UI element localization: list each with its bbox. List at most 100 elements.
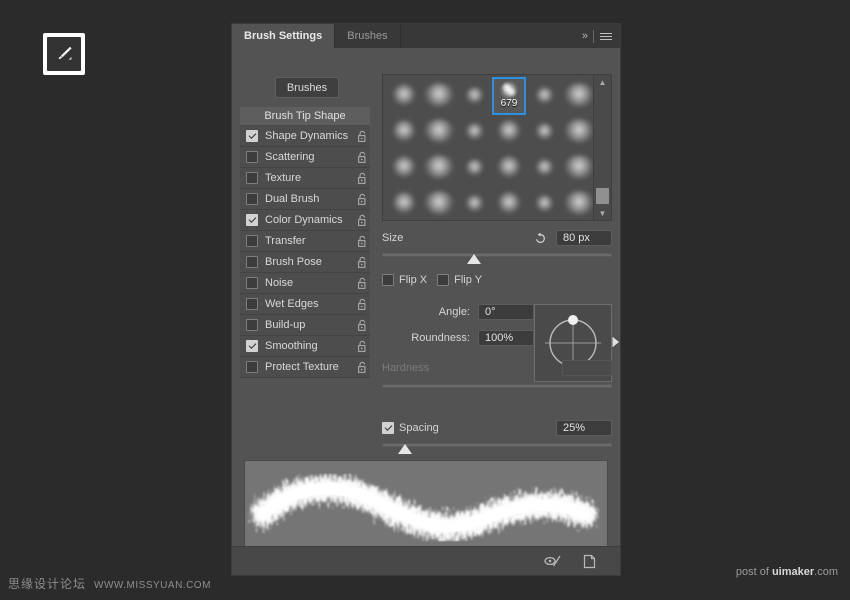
brush-tip-shape-header[interactable]: Brush Tip Shape — [240, 107, 370, 126]
brush-preset[interactable] — [562, 185, 593, 220]
watermark-right-suffix: .com — [814, 566, 838, 578]
size-slider-track — [382, 253, 612, 257]
setting-checkbox[interactable] — [246, 235, 258, 247]
roundness-input[interactable]: 100% — [478, 330, 534, 346]
brush-preset-grid[interactable]: 679 — [383, 75, 593, 220]
setting-checkbox[interactable] — [246, 130, 258, 142]
chevron-down-icon[interactable]: ▼ — [594, 206, 611, 220]
unlock-icon[interactable] — [354, 298, 370, 311]
brush-preset[interactable] — [457, 113, 491, 149]
flip-x-checkbox[interactable] — [382, 274, 394, 286]
unlock-icon[interactable] — [354, 130, 370, 143]
brush-preset[interactable] — [492, 185, 526, 220]
setting-checkbox[interactable] — [246, 298, 258, 310]
scrollbar-thumb[interactable] — [596, 188, 609, 204]
reset-arrow-icon[interactable] — [532, 230, 548, 246]
brush-preset[interactable] — [457, 77, 491, 113]
unlock-icon[interactable] — [354, 256, 370, 269]
brush-stroke-toggle-icon[interactable] — [544, 552, 562, 570]
setting-row-scattering[interactable]: Scattering — [240, 147, 370, 168]
tab-brush-settings[interactable]: Brush Settings — [232, 24, 336, 48]
setting-row-dual-brush[interactable]: Dual Brush — [240, 189, 370, 210]
setting-label: Texture — [265, 172, 302, 184]
brush-preset[interactable] — [387, 185, 421, 220]
unlock-icon[interactable] — [354, 277, 370, 290]
brush-preset[interactable] — [387, 77, 421, 113]
brush-thumbnail — [393, 84, 415, 106]
unlock-icon[interactable] — [354, 172, 370, 185]
setting-row-smoothing[interactable]: Smoothing — [240, 336, 370, 357]
tab-brushes-label: Brushes — [347, 30, 388, 42]
setting-row-texture[interactable]: Texture — [240, 168, 370, 189]
brush-preset-selected[interactable]: 679 — [492, 77, 526, 115]
hamburger-menu-icon[interactable] — [600, 32, 612, 40]
size-slider[interactable] — [382, 250, 612, 264]
setting-checkbox[interactable] — [246, 172, 258, 184]
setting-checkbox[interactable] — [246, 319, 258, 331]
brush-settings-panel: Brush Settings Brushes » Brushes Brush T… — [232, 24, 620, 575]
brushes-button[interactable]: Brushes — [275, 77, 339, 98]
setting-checkbox[interactable] — [246, 340, 258, 352]
brush-grid-scrollbar[interactable]: ▲ ▼ — [593, 75, 611, 220]
unlock-icon[interactable] — [354, 340, 370, 353]
setting-checkbox[interactable] — [246, 256, 258, 268]
brush-preset[interactable] — [492, 149, 526, 185]
tabstrip-spacer — [400, 24, 574, 48]
brush-preset[interactable] — [422, 77, 456, 113]
setting-row-wet-edges[interactable]: Wet Edges — [240, 294, 370, 315]
new-brush-preset-icon[interactable] — [580, 552, 598, 570]
setting-row-build-up[interactable]: Build-up — [240, 315, 370, 336]
setting-checkbox[interactable] — [246, 361, 258, 373]
brush-preset[interactable] — [527, 149, 561, 185]
spacing-slider[interactable] — [382, 440, 612, 454]
brush-preset[interactable] — [457, 149, 491, 185]
size-slider-knob[interactable] — [467, 254, 481, 264]
setting-row-color-dynamics[interactable]: Color Dynamics — [240, 210, 370, 231]
chevron-up-icon[interactable]: ▲ — [594, 75, 611, 89]
brush-preset[interactable] — [527, 113, 561, 149]
setting-checkbox[interactable] — [246, 151, 258, 163]
angle-block: Angle: 0° Roundness: 100% Hardness — [382, 304, 619, 400]
chevron-double-right-icon[interactable]: » — [582, 30, 588, 42]
unlock-icon[interactable] — [354, 235, 370, 248]
brush-preset[interactable] — [387, 113, 421, 149]
setting-checkbox[interactable] — [246, 214, 258, 226]
hardness-label: Hardness — [382, 362, 430, 374]
brush-preset[interactable] — [387, 149, 421, 185]
angle-input[interactable]: 0° — [478, 304, 534, 320]
setting-row-brush-pose[interactable]: Brush Pose — [240, 252, 370, 273]
unlock-icon[interactable] — [354, 193, 370, 206]
brush-preset[interactable] — [457, 185, 491, 220]
spacing-slider-knob[interactable] — [398, 444, 412, 454]
size-input[interactable]: 80 px — [556, 230, 612, 246]
setting-row-shape-dynamics[interactable]: Shape Dynamics — [240, 126, 370, 147]
flip-y-checkbox[interactable] — [437, 274, 450, 286]
tab-brushes[interactable]: Brushes — [335, 24, 401, 48]
unlock-icon[interactable] — [354, 361, 370, 374]
setting-row-noise[interactable]: Noise — [240, 273, 370, 294]
brush-preset[interactable] — [562, 77, 593, 113]
scrollbar-track[interactable] — [594, 89, 611, 206]
setting-row-protect-texture[interactable]: Protect Texture — [240, 357, 370, 378]
brush-preset[interactable] — [527, 77, 561, 113]
brush-preset[interactable] — [562, 149, 593, 185]
brush-tool-badge[interactable] — [43, 33, 85, 75]
setting-checkbox[interactable] — [246, 193, 258, 205]
flip-row: Flip X Flip Y — [382, 274, 612, 286]
settings-rows: Shape Dynamics Scattering Texture Dual Brus… — [240, 126, 370, 378]
panel-body: Brushes Brush Tip Shape Shape Dynamics Sc… — [232, 48, 620, 575]
unlock-icon[interactable] — [354, 151, 370, 164]
spacing-checkbox[interactable] — [382, 422, 394, 434]
unlock-icon[interactable] — [354, 214, 370, 227]
setting-label: Transfer — [265, 235, 306, 247]
brush-preset[interactable] — [422, 185, 456, 220]
brush-preset[interactable] — [422, 113, 456, 149]
setting-checkbox[interactable] — [246, 277, 258, 289]
spacing-input[interactable]: 25% — [556, 420, 612, 436]
brush-preset[interactable] — [527, 185, 561, 220]
brush-preset[interactable] — [562, 113, 593, 149]
brush-preset[interactable] — [492, 113, 526, 149]
unlock-icon[interactable] — [354, 319, 370, 332]
setting-row-transfer[interactable]: Transfer — [240, 231, 370, 252]
brush-preset[interactable] — [422, 149, 456, 185]
